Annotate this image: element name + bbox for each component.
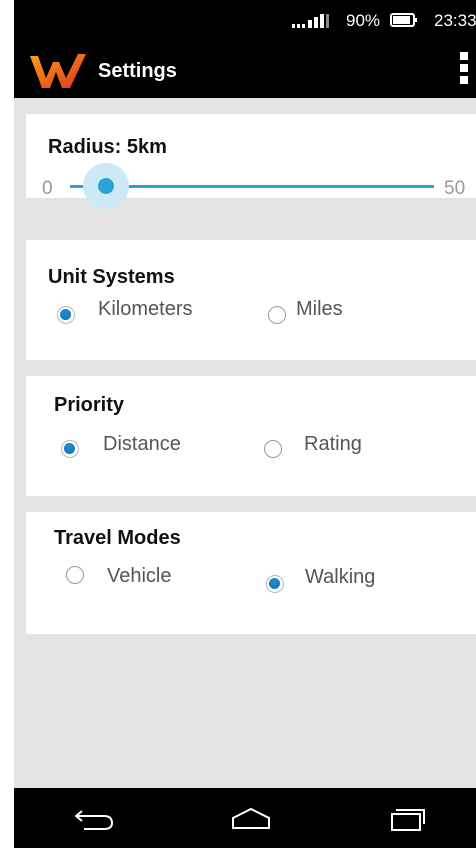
unit-systems-title: Unit Systems (48, 266, 175, 288)
battery-percent: 90% (346, 11, 381, 30)
recent-apps-icon[interactable] (386, 806, 428, 832)
radius-slider-thumb[interactable] (98, 178, 114, 194)
radius-title: Radius: 5km (48, 136, 167, 158)
phone-screen: 90% 23:33 Settings Radius: 5km 0 50 Unit… (14, 0, 476, 848)
distance-label[interactable]: Distance (103, 433, 181, 456)
clock: 23:33 (434, 11, 476, 30)
miles-label[interactable]: Miles (296, 298, 343, 321)
travel-modes-title: Travel Modes (54, 527, 181, 549)
signal-icon (292, 14, 329, 28)
priority-title: Priority (54, 394, 125, 416)
app-logo-icon (30, 54, 86, 88)
status-bar: 90% 23:33 (14, 0, 476, 44)
kilometers-radio[interactable] (57, 306, 75, 324)
travel-modes-card: Travel Modes Vehicle Walking (26, 512, 476, 634)
rating-label[interactable]: Rating (304, 433, 362, 456)
walking-label[interactable]: Walking (305, 566, 375, 589)
walking-radio[interactable] (266, 575, 284, 593)
kilometers-label[interactable]: Kilometers (98, 298, 192, 321)
vehicle-label[interactable]: Vehicle (107, 565, 172, 588)
rating-radio[interactable] (264, 440, 282, 458)
navigation-bar (14, 788, 476, 848)
unit-systems-card: Unit Systems Kilometers Miles (26, 240, 476, 360)
slider-max-label: 50 (444, 178, 466, 199)
distance-radio[interactable] (61, 440, 79, 458)
battery-icon (390, 13, 417, 27)
app-bar: Settings (14, 44, 476, 98)
back-icon[interactable] (74, 806, 116, 832)
priority-card: Priority Distance Rating (26, 376, 476, 496)
slider-min-label: 0 (42, 178, 53, 199)
vehicle-radio[interactable] (66, 566, 84, 584)
home-icon[interactable] (230, 806, 272, 832)
miles-radio[interactable] (268, 306, 286, 324)
radius-card: Radius: 5km 0 50 (26, 114, 476, 209)
overflow-menu-icon[interactable] (458, 52, 470, 92)
page-title: Settings (98, 60, 177, 82)
